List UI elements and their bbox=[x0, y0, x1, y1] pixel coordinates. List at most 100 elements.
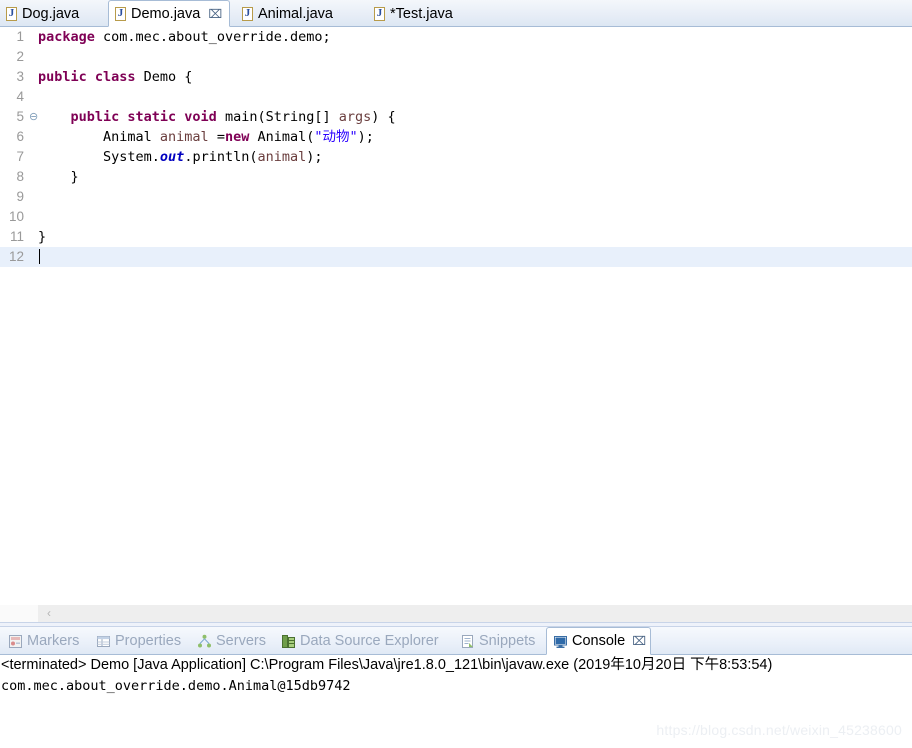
editor-tab-dogjava[interactable]: Dog.java bbox=[0, 0, 108, 27]
console-icon bbox=[553, 634, 568, 649]
servers-icon bbox=[197, 634, 212, 649]
bottom-view-tab-bar: Markers Properties Servers Data Source Expl… bbox=[0, 627, 912, 655]
code-token: package bbox=[38, 29, 104, 45]
code-line[interactable]: Animal animal =new Animal("动物"); bbox=[38, 127, 912, 147]
view-tab-servers[interactable]: Servers bbox=[191, 627, 275, 655]
code-editor[interactable]: 1 2 3 4 5 6 7 8 9 10 11 12 ⊖ package com.mec.about_… bbox=[0, 27, 912, 605]
line-number: 5 bbox=[16, 109, 24, 124]
code-line[interactable]: } bbox=[38, 227, 912, 247]
code-token: } bbox=[38, 169, 79, 185]
code-token: ); bbox=[357, 129, 374, 145]
code-line[interactable]: public class Demo { bbox=[38, 67, 912, 87]
database-icon bbox=[281, 634, 296, 649]
code-line[interactable]: public static void main(String[] args) { bbox=[38, 107, 912, 127]
java-file-icon bbox=[6, 6, 17, 21]
editor-tab-label: Demo.java bbox=[131, 5, 201, 22]
line-number-gutter: 1 2 3 4 5 6 7 8 9 10 11 12 bbox=[0, 27, 30, 605]
editor-horizontal-scrollbar[interactable]: ‹ bbox=[0, 605, 912, 622]
code-text-area[interactable]: package com.mec.about_override.demo;publ… bbox=[38, 27, 912, 605]
line-number: 6 bbox=[16, 129, 24, 144]
view-tab-label: Markers bbox=[27, 633, 80, 649]
line-number: 3 bbox=[16, 69, 24, 84]
code-line[interactable] bbox=[38, 247, 912, 267]
code-token: = bbox=[208, 129, 225, 145]
line-number: 9 bbox=[16, 189, 24, 204]
code-token: public static void bbox=[70, 109, 225, 125]
code-token: } bbox=[38, 229, 47, 245]
view-tab-console[interactable]: Console ⌧ bbox=[546, 627, 651, 655]
editor-tab-label: Dog.java bbox=[22, 5, 80, 22]
close-icon[interactable]: ⌧ bbox=[632, 635, 646, 647]
scrollbar-corner bbox=[0, 605, 38, 622]
code-line[interactable]: System.out.println(animal); bbox=[38, 147, 912, 167]
code-token: public class bbox=[38, 69, 144, 85]
java-file-icon bbox=[374, 6, 385, 21]
code-token: "动物" bbox=[314, 129, 358, 145]
code-line[interactable]: } bbox=[38, 167, 912, 187]
line-number: 10 bbox=[8, 209, 24, 224]
view-tab-label: Servers bbox=[216, 633, 266, 649]
code-token: new bbox=[224, 129, 250, 145]
code-token: out bbox=[159, 149, 185, 165]
scroll-left-arrow-icon[interactable]: ‹ bbox=[42, 606, 56, 621]
fold-marker-column[interactable]: ⊖ bbox=[29, 27, 38, 605]
line-number: 4 bbox=[16, 89, 24, 104]
view-tab-markers[interactable]: Markers bbox=[2, 627, 90, 655]
line-number: 2 bbox=[16, 49, 24, 64]
line-number: 7 bbox=[16, 149, 24, 164]
code-line[interactable] bbox=[38, 207, 912, 227]
code-token: Animal( bbox=[249, 129, 315, 145]
code-token: animal bbox=[257, 149, 307, 165]
view-tab-label: Data Source Explorer bbox=[300, 633, 439, 649]
properties-icon bbox=[96, 634, 111, 649]
code-line[interactable] bbox=[38, 47, 912, 67]
code-token: ); bbox=[306, 149, 323, 165]
code-token: Demo { bbox=[143, 69, 193, 85]
code-token: ) { bbox=[371, 109, 396, 125]
code-token: animal bbox=[159, 129, 209, 145]
text-caret bbox=[39, 249, 40, 264]
view-tab-label: Snippets bbox=[479, 633, 536, 649]
code-token: System. bbox=[38, 149, 160, 165]
editor-tab-animaljava[interactable]: Animal.java bbox=[236, 0, 358, 27]
view-tab-data-source-explorer[interactable]: Data Source Explorer bbox=[275, 627, 454, 655]
view-tab-properties[interactable]: Properties bbox=[90, 627, 191, 655]
editor-tab-label: Animal.java bbox=[258, 5, 333, 22]
line-number: 12 bbox=[0, 247, 29, 267]
editor-tab-testjava[interactable]: *Test.java bbox=[368, 0, 478, 27]
markers-icon bbox=[8, 634, 23, 649]
code-token: .println( bbox=[184, 149, 258, 165]
code-line[interactable]: package com.mec.about_override.demo; bbox=[38, 27, 912, 47]
code-line[interactable] bbox=[38, 187, 912, 207]
line-number: 8 bbox=[16, 169, 24, 184]
code-token: com.mec.about_override.demo; bbox=[103, 29, 331, 45]
view-tab-label: Console bbox=[572, 633, 626, 649]
java-file-icon bbox=[115, 6, 126, 21]
snippets-icon bbox=[460, 634, 475, 649]
code-line[interactable] bbox=[38, 87, 912, 107]
editor-tab-demojava[interactable]: Demo.java ⌧ bbox=[108, 0, 230, 27]
console-output-line: com.mec.about_override.demo.Animal@15db9… bbox=[1, 678, 351, 694]
code-token: args bbox=[338, 109, 372, 125]
code-token: main(String[] bbox=[224, 109, 339, 125]
watermark-text: https://blog.csdn.net/weixin_45238600 bbox=[656, 722, 902, 738]
code-token: Animal bbox=[38, 129, 160, 145]
view-tab-label: Properties bbox=[115, 633, 182, 649]
editor-tab-bar: Dog.java Demo.java ⌧ Animal.java *Test.java bbox=[0, 0, 912, 27]
fold-collapse-icon[interactable]: ⊖ bbox=[29, 107, 38, 127]
view-tab-snippets[interactable]: Snippets bbox=[454, 627, 546, 655]
fold-spacer bbox=[29, 247, 38, 267]
close-icon[interactable]: ⌧ bbox=[208, 8, 222, 20]
line-number: 1 bbox=[16, 29, 24, 44]
